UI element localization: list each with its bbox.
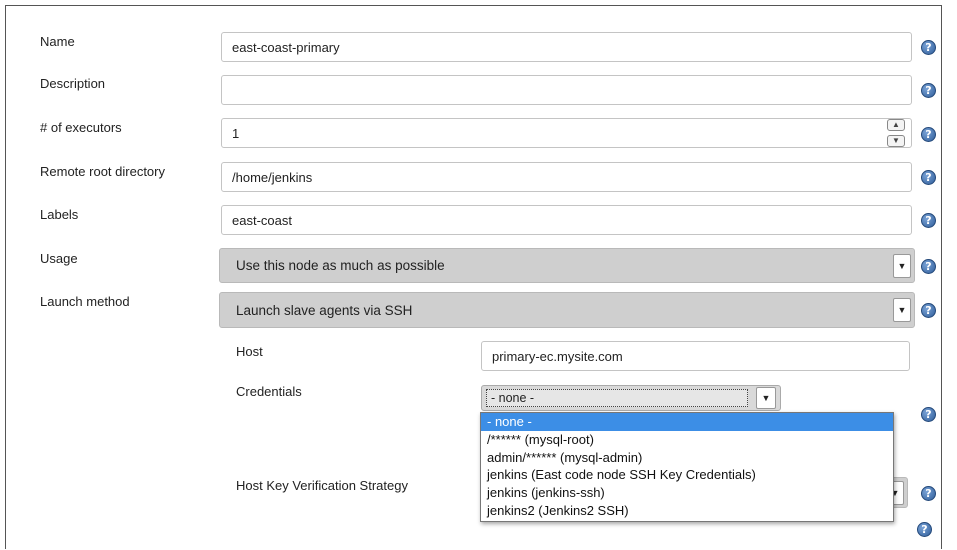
credentials-select[interactable]: - none - ▼ (481, 385, 781, 411)
name-label: Name (40, 34, 75, 49)
help-icon[interactable]: ? (917, 522, 932, 537)
labels-input[interactable]: east-coast (221, 205, 912, 235)
host-key-strategy-label: Host Key Verification Strategy (236, 478, 408, 493)
dropdown-arrow-icon[interactable]: ▼ (893, 253, 911, 278)
description-label: Description (40, 76, 106, 91)
labels-label: Labels (40, 207, 79, 222)
help-icon[interactable]: ? (921, 303, 936, 318)
help-icon[interactable]: ? (921, 486, 936, 501)
credentials-option[interactable]: jenkins (jenkins-ssh) (481, 484, 893, 502)
name-input[interactable]: east-coast-primary (221, 32, 912, 62)
help-icon[interactable]: ? (921, 83, 936, 98)
credentials-option[interactable]: jenkins (East code node SSH Key Credenti… (481, 466, 893, 484)
credentials-option[interactable]: /****** (mysql-root) (481, 431, 893, 449)
help-icon[interactable]: ? (921, 40, 936, 55)
launch-method-select[interactable]: Launch slave agents via SSH ▼ (219, 292, 915, 328)
number-spinner-icon[interactable]: ▲ ▼ (887, 119, 905, 147)
help-icon[interactable]: ? (921, 170, 936, 185)
usage-selected-value: Use this node as much as possible (236, 258, 445, 273)
remote-root-label: Remote root directory (40, 164, 165, 179)
credentials-option[interactable]: jenkins2 (Jenkins2 SSH) (481, 502, 893, 520)
host-label: Host (236, 344, 263, 359)
dropdown-arrow-icon[interactable]: ▼ (756, 387, 776, 409)
launch-method-label: Launch method (40, 294, 130, 309)
remote-root-input[interactable]: /home/jenkins (221, 162, 912, 192)
credentials-label: Credentials (236, 384, 302, 399)
host-input[interactable]: primary-ec.mysite.com (481, 341, 910, 371)
help-icon[interactable]: ? (921, 213, 936, 228)
usage-select[interactable]: Use this node as much as possible ▼ (219, 248, 915, 283)
help-icon[interactable]: ? (921, 259, 936, 274)
spinner-up-icon[interactable]: ▲ (887, 119, 905, 131)
dropdown-arrow-icon[interactable]: ▼ (893, 298, 911, 322)
executors-input[interactable]: 1 (221, 118, 912, 148)
launch-method-selected-value: Launch slave agents via SSH (236, 302, 413, 318)
credentials-selected-value: - none - (486, 389, 748, 407)
help-icon[interactable]: ? (921, 127, 936, 142)
credentials-option[interactable]: - none - (481, 413, 893, 431)
credentials-dropdown-list[interactable]: - none - /****** (mysql-root) admin/****… (480, 412, 894, 522)
help-icon[interactable]: ? (921, 407, 936, 422)
credentials-option[interactable]: admin/****** (mysql-admin) (481, 449, 893, 467)
spinner-down-icon[interactable]: ▼ (887, 135, 905, 147)
usage-label: Usage (40, 251, 78, 266)
description-input[interactable] (221, 75, 912, 105)
executors-label: # of executors (40, 120, 122, 135)
